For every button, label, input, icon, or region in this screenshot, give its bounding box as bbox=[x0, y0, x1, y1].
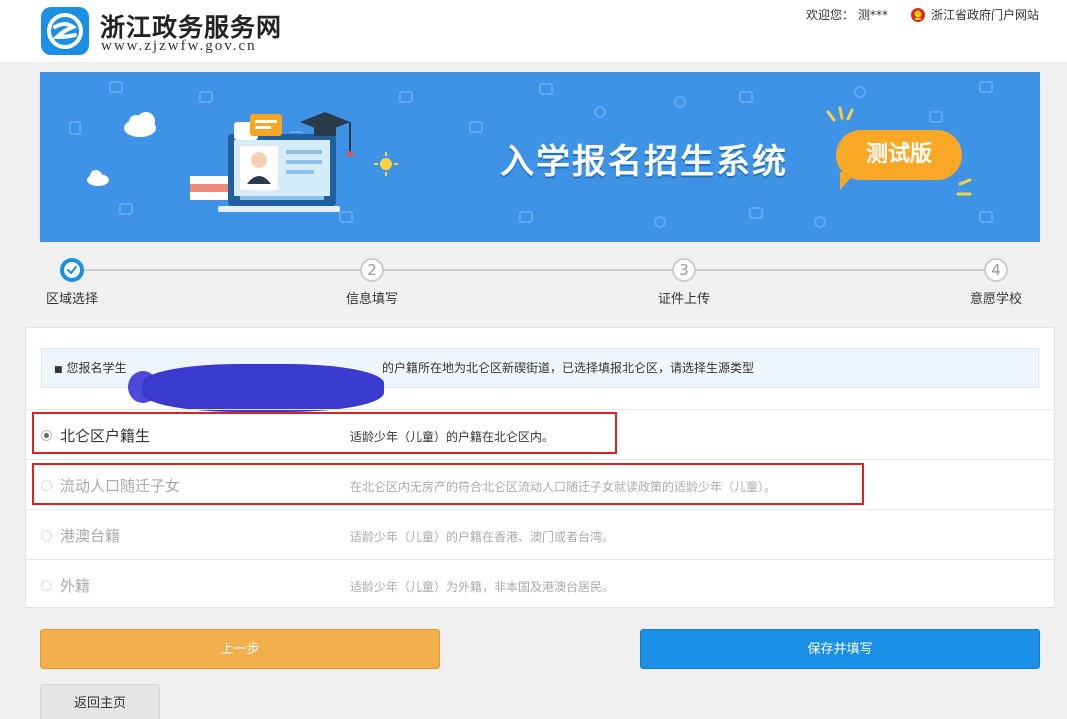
save-and-fill-button[interactable]: 保存并填写 bbox=[640, 629, 1040, 669]
banner-title: 入学报名招生系统 bbox=[500, 142, 788, 182]
step-number: 4 bbox=[984, 258, 1008, 282]
option-desc: 适龄少年（儿童）为外籍，非本国及港澳台居民。 bbox=[350, 580, 615, 594]
notice-prefix: 您报名学生 bbox=[66, 361, 127, 375]
redaction-scribble bbox=[142, 364, 384, 412]
bullet-icon: ■ bbox=[54, 365, 63, 375]
radio-button[interactable] bbox=[41, 530, 52, 541]
option-desc: 适龄少年（儿童）的户籍在香港、澳门或者台湾。 bbox=[350, 530, 615, 544]
option-label: 港澳台籍 bbox=[60, 527, 121, 545]
previous-step-button[interactable]: 上一步 bbox=[40, 629, 440, 669]
gov-portal-link[interactable]: 浙江省政府门户网站 bbox=[931, 6, 1039, 23]
step-2: 2 信息填写 bbox=[332, 250, 412, 307]
banner: 入学报名招生系统 测试版 bbox=[40, 72, 1040, 242]
user-name[interactable]: 测*** bbox=[858, 6, 888, 23]
notice-text: 的户籍所在地为北仑区新碶街道，已选择填报北仑区，请选择生源类型 bbox=[382, 361, 755, 375]
radio-button[interactable] bbox=[41, 580, 52, 591]
site-url: www.zjzwfw.gov.cn bbox=[101, 38, 257, 54]
back-home-button[interactable]: 返回主页 bbox=[40, 684, 160, 719]
step-3: 3 证件上传 bbox=[644, 250, 724, 307]
step-label: 意愿学校 bbox=[969, 292, 1022, 307]
step-line bbox=[72, 269, 996, 271]
national-emblem-icon bbox=[910, 7, 925, 22]
step-check-icon: 1 bbox=[60, 258, 84, 282]
step-1: 1 区域选择 bbox=[32, 250, 112, 307]
option-label: 外籍 bbox=[60, 577, 91, 595]
welcome-text: 欢迎您： bbox=[805, 8, 854, 22]
highlight-box bbox=[32, 412, 617, 454]
step-number: 2 bbox=[360, 258, 384, 282]
step-4: 4 意愿学校 bbox=[956, 250, 1036, 307]
notice-bar: ■ 您报名学生 的户籍所在地为北仑区新碶街道，已选择填报北仑区，请选择生源类型 bbox=[41, 348, 1039, 412]
option-row-foreign[interactable]: 外籍 适龄少年（儿童）为外籍，非本国及港澳台居民。 bbox=[26, 559, 1054, 609]
site-logo-icon[interactable] bbox=[41, 7, 89, 55]
progress-steps: 1 区域选择 2 信息填写 3 证件上传 4 意愿学校 bbox=[40, 250, 1040, 310]
site-header: 浙江政务服务网 www.zjzwfw.gov.cn 欢迎您： 测*** 浙江省政… bbox=[0, 0, 1067, 62]
step-number: 3 bbox=[672, 258, 696, 282]
step-label: 证件上传 bbox=[657, 292, 710, 307]
highlight-box bbox=[32, 463, 864, 505]
user-area: 欢迎您： 测*** 浙江省政府门户网站 bbox=[806, 6, 1039, 23]
option-row-hmt[interactable]: 港澳台籍 适龄少年（儿童）的户籍在香港、澳门或者台湾。 bbox=[26, 509, 1054, 559]
step-label: 信息填写 bbox=[345, 292, 398, 307]
test-version-badge: 测试版 bbox=[836, 130, 962, 180]
step-label: 区域选择 bbox=[45, 292, 98, 307]
